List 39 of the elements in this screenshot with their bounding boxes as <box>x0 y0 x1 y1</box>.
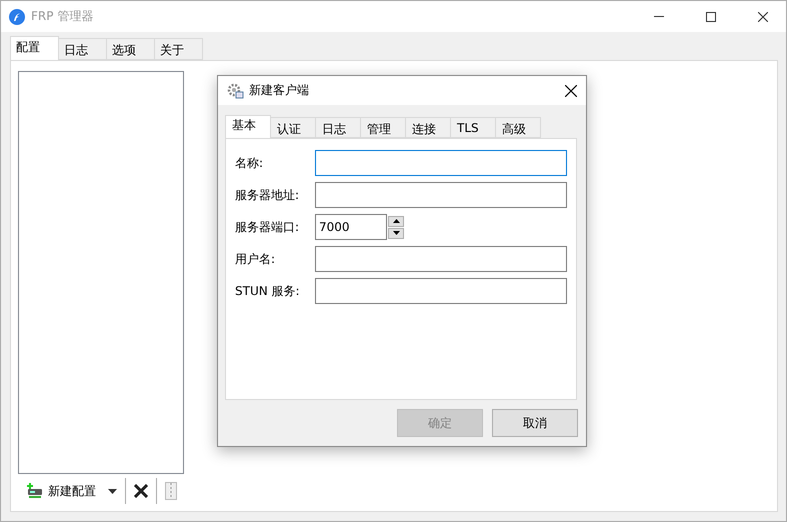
close-icon <box>565 84 577 96</box>
input-field[interactable] <box>315 246 567 272</box>
tab[interactable]: 认证 <box>270 117 316 138</box>
input-field[interactable] <box>315 182 567 208</box>
field-label: 名称: <box>235 154 264 172</box>
tab[interactable]: 高级 <box>495 117 541 138</box>
field-label: 服务器端口: <box>235 218 300 236</box>
spin-up-button[interactable] <box>388 216 404 226</box>
new-config-button[interactable]: 新建配置 <box>22 479 100 503</box>
tab[interactable]: 配置 <box>10 36 59 60</box>
tab[interactable]: 基本 <box>225 115 271 138</box>
dialog-title: 新建客户端 <box>249 82 310 99</box>
tab[interactable]: 关于 <box>154 38 203 60</box>
maximize-icon <box>706 12 716 22</box>
close-icon <box>758 12 768 22</box>
port-field[interactable]: 7000 <box>315 214 387 240</box>
caret-up-icon <box>392 219 400 223</box>
field-label: 用户名: <box>235 250 276 268</box>
caret-down-icon <box>392 231 400 235</box>
field-label: STUN 服务: <box>235 282 301 300</box>
dropdown-caret-button[interactable] <box>106 486 119 496</box>
tab[interactable]: 日志 <box>315 117 361 138</box>
app-logo-icon <box>9 8 25 24</box>
tab[interactable]: 管理 <box>360 117 406 138</box>
delete-button[interactable] <box>132 482 150 500</box>
input-field[interactable] <box>315 278 567 304</box>
gear-icon <box>226 82 244 98</box>
tab[interactable]: 日志 <box>58 38 107 60</box>
input-field[interactable] <box>315 150 567 176</box>
cancel-button[interactable]: 取消 <box>492 409 578 437</box>
tab[interactable]: TLS <box>450 117 496 138</box>
tab[interactable]: 选项 <box>106 38 155 60</box>
server-add-icon <box>26 483 44 499</box>
minimize-icon <box>654 16 664 17</box>
window-title: FRP 管理器 <box>31 8 94 25</box>
tab[interactable]: 连接 <box>405 117 451 138</box>
spin-down-button[interactable] <box>388 228 404 238</box>
zip-file-icon[interactable] <box>163 480 179 502</box>
field-label: 服务器地址: <box>235 186 300 204</box>
